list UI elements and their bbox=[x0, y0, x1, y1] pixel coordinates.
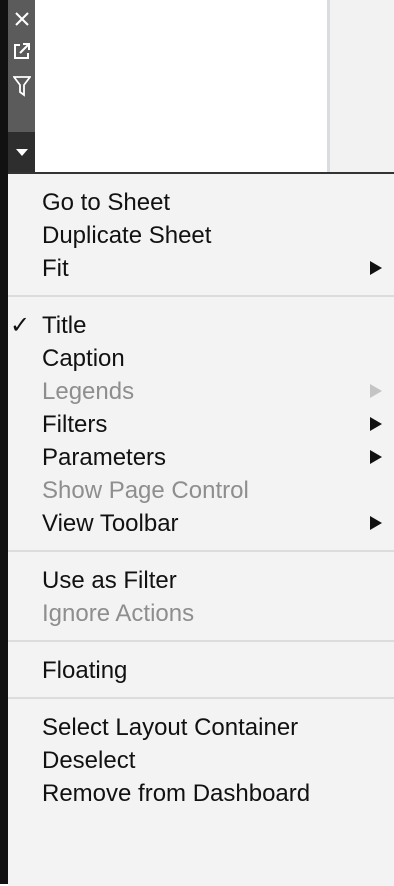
menu-section: ✓ Title Caption Legends Filters Parameters Sho… bbox=[8, 297, 394, 552]
submenu-arrow-icon bbox=[370, 384, 382, 398]
dashboard-frame: Go to Sheet Duplicate Sheet Fit ✓ Title Capti… bbox=[0, 0, 394, 886]
submenu-arrow-icon bbox=[370, 417, 382, 431]
menu-item-use-as-filter[interactable]: Use as Filter bbox=[8, 564, 394, 597]
menu-item-remove-from-dashboard[interactable]: Remove from Dashboard bbox=[8, 777, 394, 810]
filter-icon[interactable] bbox=[8, 66, 35, 106]
menu-item-label: Ignore Actions bbox=[42, 600, 195, 627]
menu-item-caption[interactable]: Caption bbox=[8, 342, 394, 375]
dashboard-sheet[interactable] bbox=[0, 0, 330, 172]
menu-item-label: Fit bbox=[42, 255, 69, 282]
menu-item-view-toolbar[interactable]: View Toolbar bbox=[8, 507, 394, 540]
checkmark-icon: ✓ bbox=[10, 312, 31, 339]
menu-item-go-to-sheet[interactable]: Go to Sheet bbox=[8, 186, 394, 219]
menu-item-show-page-control: Show Page Control bbox=[8, 474, 394, 507]
sheet-toolbar bbox=[8, 0, 35, 172]
menu-item-label: Title bbox=[42, 312, 87, 339]
close-icon[interactable] bbox=[8, 4, 35, 34]
menu-item-label: Deselect bbox=[42, 747, 136, 774]
menu-item-title[interactable]: ✓ Title bbox=[8, 309, 394, 342]
menu-item-label: Select Layout Container bbox=[42, 714, 299, 741]
menu-item-parameters[interactable]: Parameters bbox=[8, 441, 394, 474]
menu-item-label: Go to Sheet bbox=[42, 189, 171, 216]
menu-section: Select Layout Container Deselect Remove fr… bbox=[8, 699, 394, 820]
menu-item-label: Filters bbox=[42, 411, 108, 438]
menu-item-label: Show Page Control bbox=[42, 477, 249, 504]
menu-item-label: Remove from Dashboard bbox=[42, 780, 311, 807]
more-options-icon[interactable] bbox=[8, 132, 35, 172]
menu-item-label: Duplicate Sheet bbox=[42, 222, 212, 249]
menu-section: Use as Filter Ignore Actions bbox=[8, 552, 394, 642]
menu-section: Floating bbox=[8, 642, 394, 699]
submenu-arrow-icon bbox=[370, 261, 382, 275]
menu-section: Go to Sheet Duplicate Sheet Fit bbox=[8, 174, 394, 297]
menu-item-fit[interactable]: Fit bbox=[8, 252, 394, 285]
menu-item-filters[interactable]: Filters bbox=[8, 408, 394, 441]
menu-item-duplicate-sheet[interactable]: Duplicate Sheet bbox=[8, 219, 394, 252]
menu-item-label: Legends bbox=[42, 378, 135, 405]
menu-item-select-layout-container[interactable]: Select Layout Container bbox=[8, 711, 394, 744]
menu-item-label: View Toolbar bbox=[42, 510, 179, 537]
context-menu: Go to Sheet Duplicate Sheet Fit ✓ Title Capti… bbox=[8, 172, 394, 886]
menu-item-label: Caption bbox=[42, 345, 125, 372]
menu-item-label: Use as Filter bbox=[42, 567, 177, 594]
dashboard-background bbox=[330, 0, 394, 172]
menu-item-label: Floating bbox=[42, 657, 128, 684]
menu-item-floating[interactable]: Floating bbox=[8, 654, 394, 687]
menu-item-label: Parameters bbox=[42, 444, 167, 471]
sheet-border bbox=[0, 0, 8, 884]
open-external-icon[interactable] bbox=[8, 36, 35, 66]
menu-item-legends: Legends bbox=[8, 375, 394, 408]
menu-item-deselect[interactable]: Deselect bbox=[8, 744, 394, 777]
submenu-arrow-icon bbox=[370, 450, 382, 464]
submenu-arrow-icon bbox=[370, 516, 382, 530]
menu-item-ignore-actions: Ignore Actions bbox=[8, 597, 394, 630]
